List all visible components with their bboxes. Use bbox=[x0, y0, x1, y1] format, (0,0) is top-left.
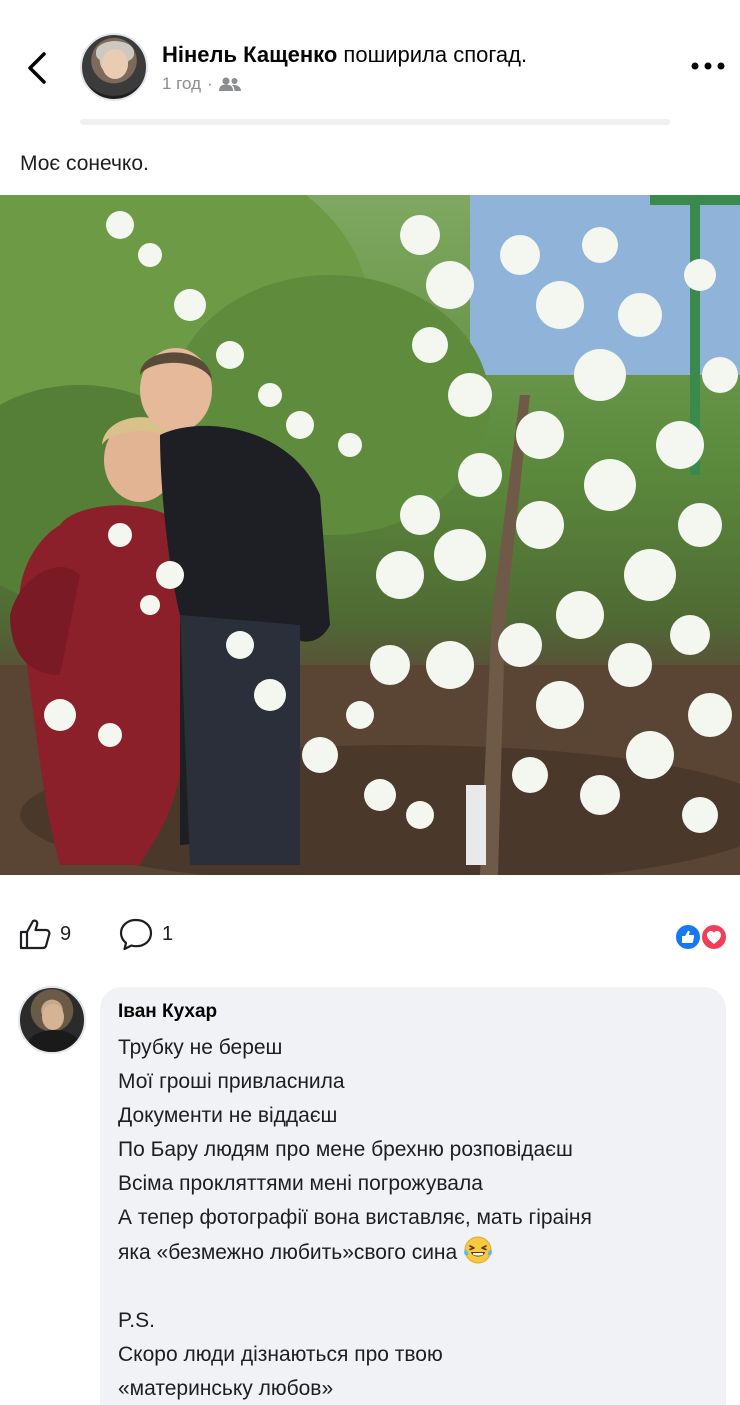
post-photo[interactable] bbox=[0, 195, 740, 875]
comment-spacer bbox=[118, 1270, 708, 1304]
comment-line-text: яка «безмежно любить»свого сина bbox=[118, 1241, 458, 1264]
love-reaction-icon bbox=[700, 923, 728, 951]
comment-line: Всіма прокляттями мені погрожувала bbox=[118, 1172, 483, 1195]
post-actions-bar: 9 1 bbox=[0, 905, 740, 965]
post-action-text: поширила спогад. bbox=[337, 42, 528, 67]
friends-icon[interactable] bbox=[218, 76, 241, 92]
comment-line: Документи не віддаєш bbox=[118, 1104, 338, 1127]
photo-illustration bbox=[0, 195, 740, 875]
author-avatar[interactable] bbox=[80, 33, 148, 101]
post-time[interactable]: 1 год bbox=[162, 74, 201, 94]
chevron-left-icon[interactable] bbox=[22, 48, 52, 88]
reactions-summary[interactable] bbox=[672, 921, 732, 953]
post-text: Моє сонечко. bbox=[20, 152, 149, 175]
comment-author[interactable]: Іван Кухар bbox=[118, 1001, 708, 1023]
comment-line: А тепер фотографії вона виставляє, мать … bbox=[118, 1206, 592, 1229]
comment-line: Трубку не береш bbox=[118, 1036, 283, 1059]
comment-line: Мої гроші привласнила bbox=[118, 1070, 345, 1093]
meta-dot: · bbox=[207, 74, 213, 93]
comment-line: По Бару людям про мене брехню розповідає… bbox=[118, 1138, 573, 1161]
header-divider bbox=[80, 119, 670, 125]
post-meta: 1 год · bbox=[162, 74, 241, 94]
comment-line: Скоро люди дізнаються про твою bbox=[118, 1343, 443, 1366]
post-header: Нінель Кащенко поширила спогад. 1 год · bbox=[0, 0, 740, 125]
comment-line-with-emoji: яка «безмежно любить»свого сина bbox=[118, 1235, 708, 1270]
like-reaction-icon bbox=[674, 923, 702, 951]
like-button[interactable]: 9 bbox=[18, 917, 71, 951]
post-title: Нінель Кащенко поширила спогад. bbox=[162, 42, 527, 68]
comment-count: 1 bbox=[162, 922, 174, 945]
author-name[interactable]: Нінель Кащенко bbox=[162, 42, 337, 67]
comment-ps: P.S. bbox=[118, 1309, 155, 1332]
commenter-avatar[interactable] bbox=[18, 986, 86, 1054]
comment-button[interactable]: 1 bbox=[118, 917, 173, 951]
more-dots-icon[interactable] bbox=[688, 56, 728, 76]
comment-line: «материнську любов» bbox=[118, 1377, 334, 1400]
comment-bubble-icon bbox=[119, 918, 153, 951]
like-count: 9 bbox=[60, 922, 72, 945]
comment-bubble: Іван Кухар Трубку не береш Мої гроші при… bbox=[100, 987, 726, 1405]
laughing-tears-emoji bbox=[464, 1236, 493, 1264]
thumbs-up-icon bbox=[19, 919, 51, 950]
